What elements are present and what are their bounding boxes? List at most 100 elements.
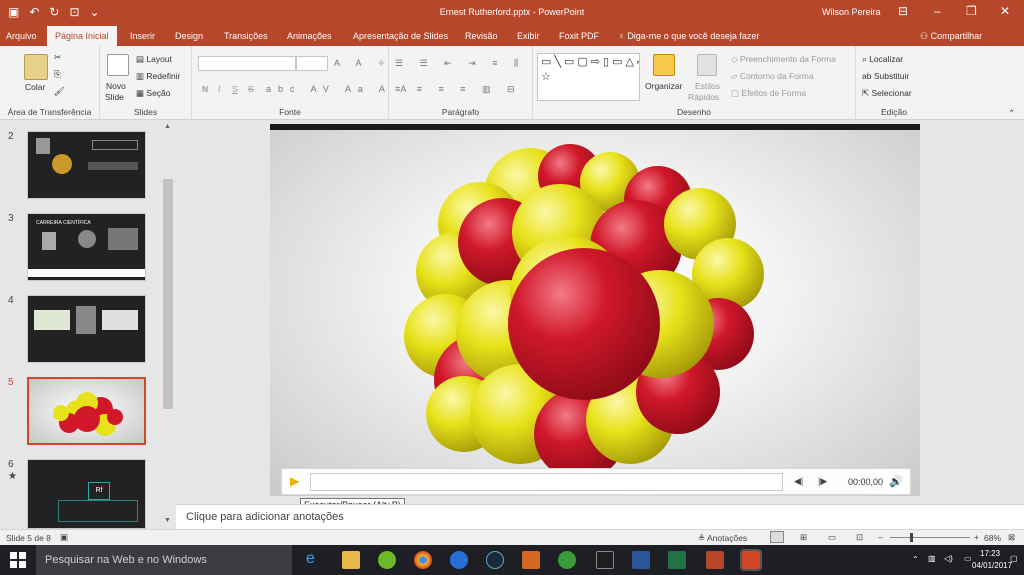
- media-app-icon[interactable]: [596, 551, 614, 569]
- tab-arquivo[interactable]: Arquivo: [6, 31, 37, 41]
- excel-icon[interactable]: [668, 551, 686, 569]
- list-icons[interactable]: ☰ ☰ ⇤ ⇥ ≡ ⫼: [395, 58, 525, 69]
- xbox-icon[interactable]: [558, 551, 576, 569]
- fit-slide-icon[interactable]: ⊠: [1008, 532, 1015, 543]
- zoom-slider-thumb[interactable]: [910, 533, 913, 542]
- bold-button[interactable]: N: [202, 84, 208, 94]
- tab-design[interactable]: Design: [175, 31, 203, 41]
- zoom-in-icon[interactable]: +: [974, 532, 979, 542]
- align-icons[interactable]: ≡ ≡ ≡ ≡ ▥ ⊟: [395, 84, 522, 95]
- new-slide-icon[interactable]: [107, 54, 129, 76]
- select-button[interactable]: ⇱ Selecionar: [862, 88, 912, 99]
- copy-icon[interactable]: ⎘: [54, 69, 61, 80]
- tray-up-icon[interactable]: ⌃: [912, 555, 919, 564]
- network-icon[interactable]: ▥: [928, 554, 936, 563]
- steam-icon[interactable]: [486, 551, 504, 569]
- file-explorer-icon[interactable]: [342, 551, 360, 569]
- tab-exibir[interactable]: Exibir: [517, 31, 540, 41]
- powerpoint-active-icon[interactable]: [740, 549, 762, 571]
- tab-pagina-inicial[interactable]: Página Inicial: [47, 26, 117, 46]
- paste-icon[interactable]: [24, 54, 48, 80]
- normal-view-icon[interactable]: [770, 531, 784, 543]
- collapse-ribbon-icon[interactable]: ⌃: [1008, 108, 1015, 119]
- arrange-button[interactable]: Organizar: [645, 81, 682, 91]
- layout-button[interactable]: ▤ Layout: [136, 54, 172, 65]
- slide-thumbnail-2[interactable]: [27, 131, 146, 199]
- new-slide-label-1[interactable]: Novo: [106, 81, 126, 91]
- shape-outline-button[interactable]: ▱ Contorno da Forma: [731, 71, 814, 82]
- tab-animacoes[interactable]: Animações: [287, 31, 332, 41]
- tab-transicoes[interactable]: Transições: [224, 31, 268, 41]
- font-size-combo[interactable]: [296, 56, 328, 71]
- italic-button[interactable]: I: [218, 84, 220, 94]
- user-name[interactable]: Wilson Pereira: [822, 7, 881, 17]
- section-button[interactable]: ▦ Seção: [136, 88, 171, 99]
- scroll-up-icon[interactable]: ▲: [164, 123, 171, 130]
- volume-icon[interactable]: 🔊: [889, 475, 903, 488]
- reset-button[interactable]: ▥ Redefinir: [136, 71, 180, 82]
- taskbar-search-box[interactable]: Pesquisar na Web e no Windows: [36, 545, 292, 575]
- reading-view-icon[interactable]: ▭: [828, 532, 836, 543]
- restore-icon[interactable]: ❐: [966, 4, 977, 18]
- spell-check-icon[interactable]: ▣: [60, 532, 68, 543]
- quick-styles-label-2[interactable]: Rápidos: [688, 92, 719, 102]
- new-slide-label-2[interactable]: Slide: [105, 92, 124, 102]
- slide-canvas[interactable]: [270, 124, 920, 496]
- slide-thumbnail-6[interactable]: Rf: [27, 459, 146, 529]
- shape-effects-button[interactable]: ▢ Efeitos de Forma: [731, 88, 806, 99]
- tab-inserir[interactable]: Inserir: [130, 31, 155, 41]
- find-button[interactable]: ⌕ Localizar: [862, 54, 903, 65]
- step-back-icon[interactable]: ◀|: [794, 476, 803, 487]
- chrome-icon[interactable]: [414, 551, 432, 569]
- notes-pane[interactable]: Clique para adicionar anotações: [176, 504, 1024, 529]
- tab-apresentacao[interactable]: Apresentação de Slides: [353, 31, 448, 41]
- shapes-gallery[interactable]: ▭╲▭▢⇨▯▭△⌐┐⇨⇩◻⌢∿{}☆: [537, 53, 640, 101]
- zoom-level[interactable]: 68%: [984, 533, 1001, 543]
- share-button[interactable]: ⚇ Compartilhar: [920, 31, 982, 42]
- clock-date[interactable]: 04/01/2017: [972, 561, 1012, 570]
- shape-fill-button[interactable]: ◇ Preenchimento da Forma: [731, 54, 836, 65]
- cut-icon[interactable]: ✂: [54, 52, 61, 63]
- slide-sorter-icon[interactable]: ⊞: [800, 532, 807, 543]
- notifications-icon[interactable]: ▢: [1010, 554, 1018, 563]
- step-forward-icon[interactable]: |▶: [818, 476, 827, 487]
- clock-time[interactable]: 17:23: [980, 549, 1000, 558]
- keyboard-icon[interactable]: ▭: [964, 554, 972, 563]
- strikethrough-button[interactable]: S: [248, 84, 254, 94]
- zoom-slider[interactable]: [890, 537, 970, 538]
- scroll-thumb[interactable]: [163, 179, 173, 409]
- windows-start-icon[interactable]: [10, 552, 26, 568]
- word-icon[interactable]: [632, 551, 650, 569]
- arrange-icon[interactable]: [653, 54, 675, 76]
- font-name-combo[interactable]: [198, 56, 296, 71]
- paste-button[interactable]: Colar: [25, 82, 45, 92]
- thumbnail-scrollbar[interactable]: ▲ ▼: [161, 121, 175, 529]
- quick-styles-icon[interactable]: [697, 54, 717, 76]
- progress-track[interactable]: [310, 473, 783, 491]
- slide-thumbnail-4[interactable]: [27, 295, 146, 363]
- powerpoint-icon[interactable]: [706, 551, 724, 569]
- replace-button[interactable]: ab Substituir: [862, 71, 909, 81]
- format-painter-icon[interactable]: 🖌: [54, 86, 65, 97]
- quick-styles-label-1[interactable]: Estilos: [695, 81, 720, 91]
- utorrent-icon[interactable]: [378, 551, 396, 569]
- vlc-icon[interactable]: [522, 551, 540, 569]
- play-icon[interactable]: ▶: [290, 474, 299, 488]
- zoom-out-icon[interactable]: –: [878, 532, 883, 542]
- scroll-down-icon[interactable]: ▼: [164, 517, 171, 524]
- slideshow-view-icon[interactable]: ⊡: [856, 532, 863, 543]
- ribbon-display-icon[interactable]: ⊟: [898, 4, 908, 18]
- slide-thumbnail-3[interactable]: CARREIRA CIENTÍFICA: [27, 213, 146, 281]
- font-size-icons[interactable]: A A ✧: [334, 58, 392, 69]
- volume-tray-icon[interactable]: ◁): [944, 554, 953, 563]
- tab-revisao[interactable]: Revisão: [465, 31, 498, 41]
- edge-icon[interactable]: e: [306, 550, 324, 568]
- tab-foxit-pdf[interactable]: Foxit PDF: [559, 31, 599, 41]
- underline-button[interactable]: S: [232, 84, 238, 94]
- minimize-icon[interactable]: –: [934, 4, 941, 18]
- tell-me-box[interactable]: ♀ Diga-me o que você deseja fazer: [618, 31, 759, 41]
- slide-thumbnail-5[interactable]: [27, 377, 146, 445]
- notes-toggle[interactable]: ≜ Anotações: [698, 533, 747, 544]
- globe-app-icon[interactable]: [450, 551, 468, 569]
- close-icon[interactable]: ✕: [1000, 4, 1010, 18]
